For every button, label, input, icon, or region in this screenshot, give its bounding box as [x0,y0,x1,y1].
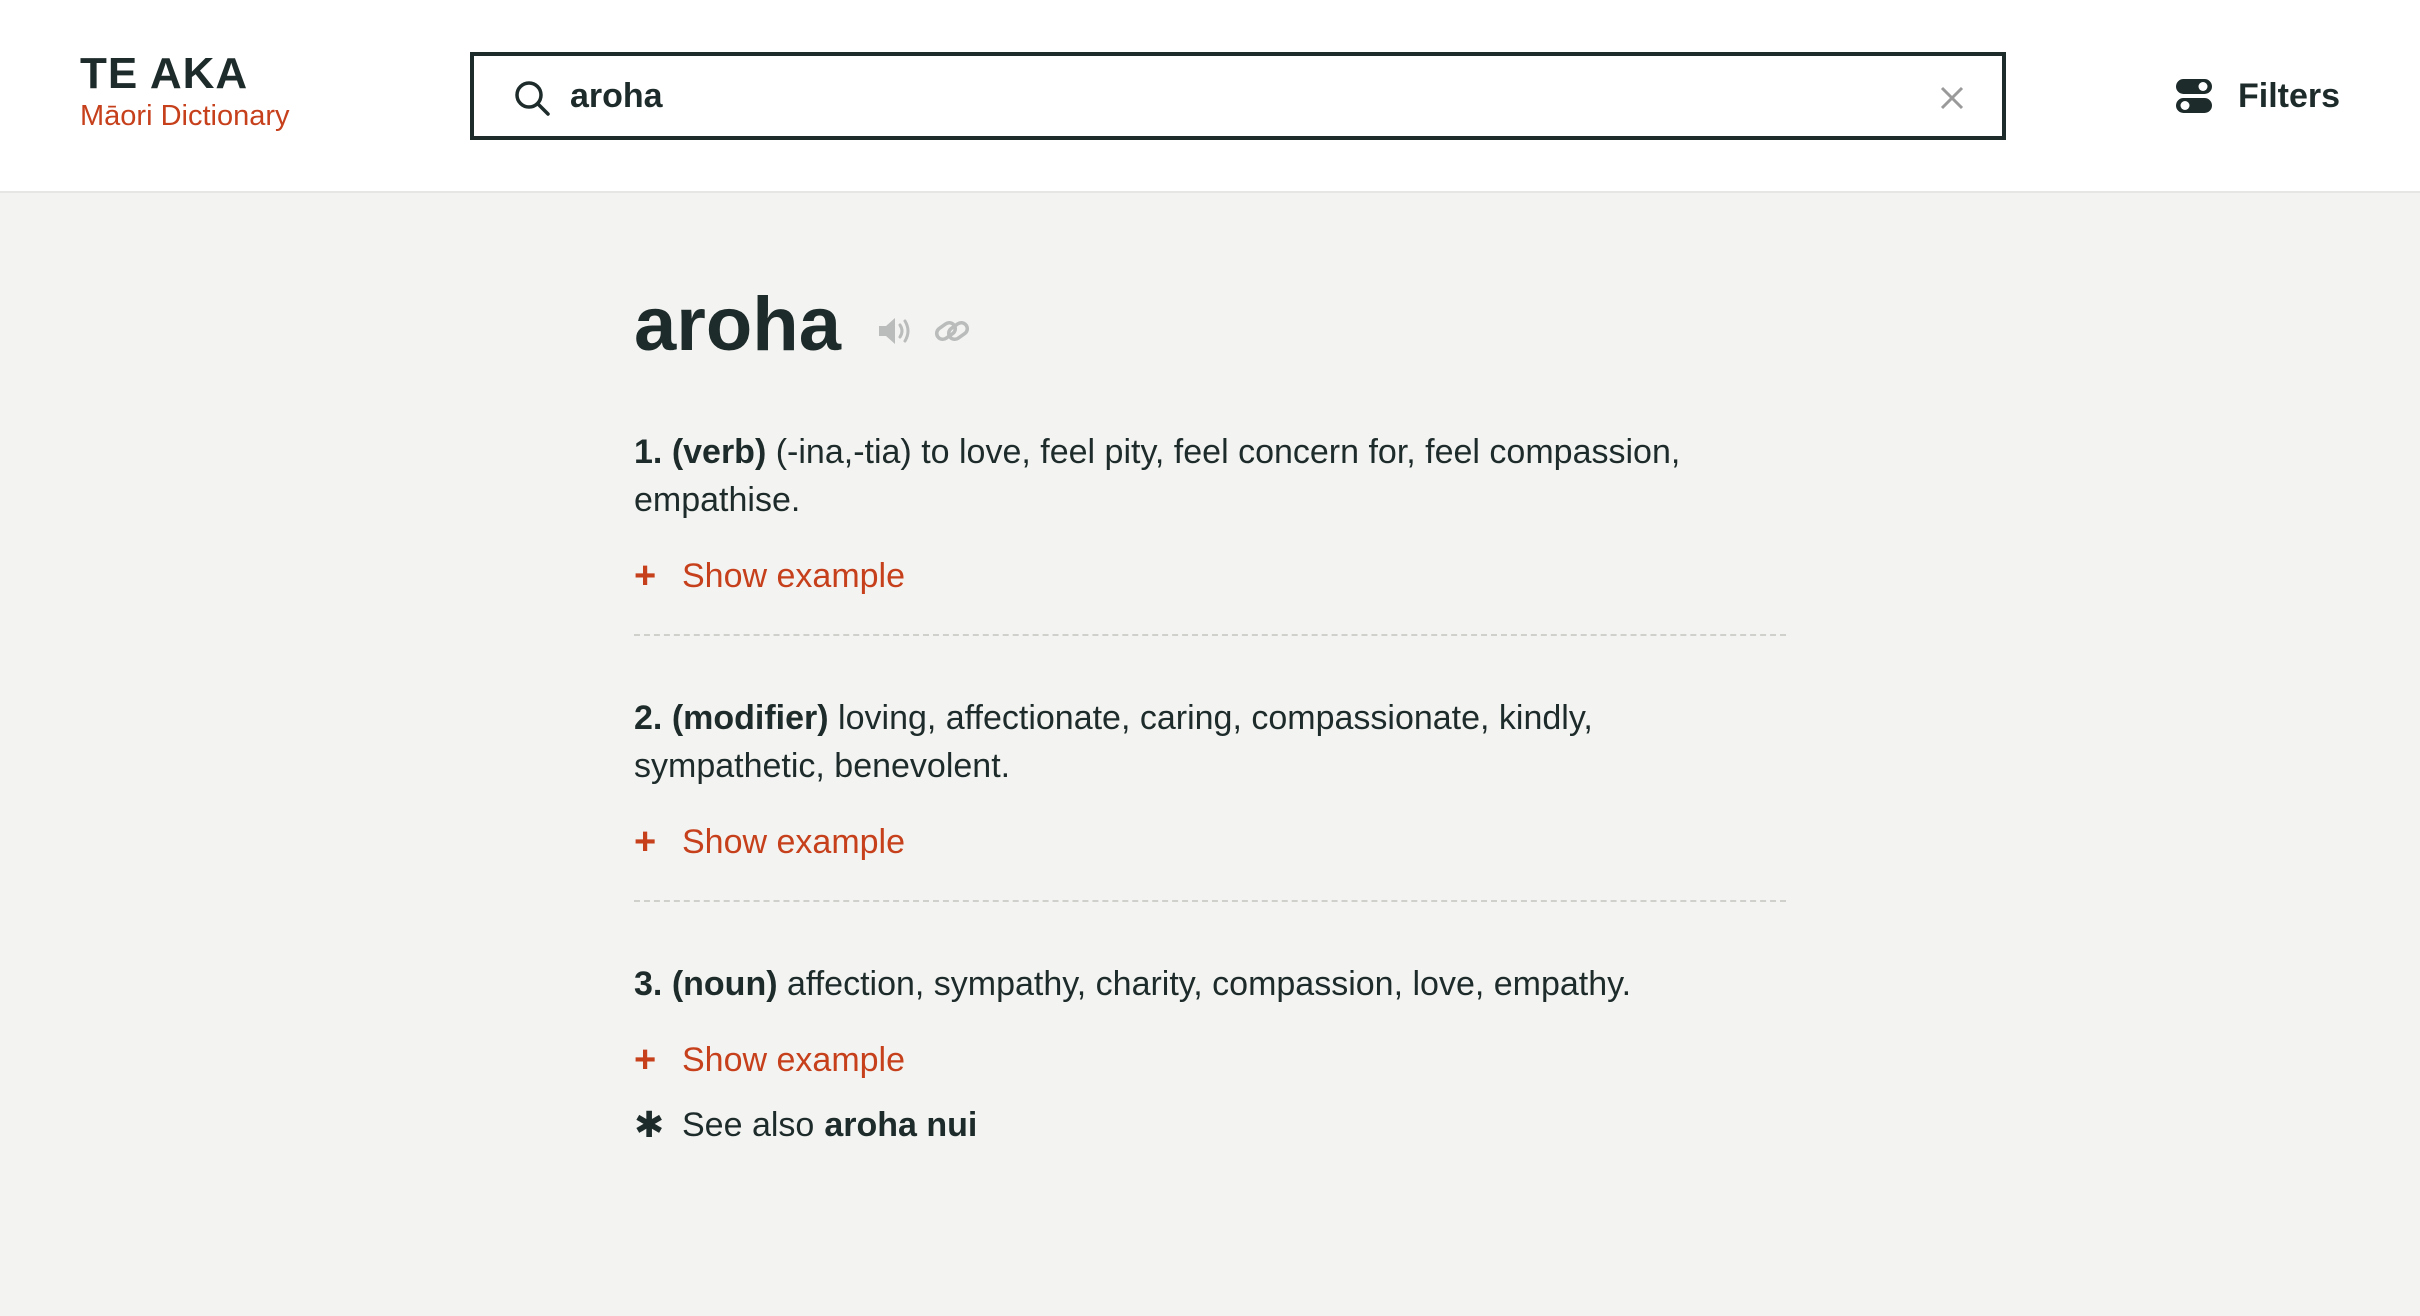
link-icon[interactable] [931,310,973,352]
filters-label: Filters [2238,76,2341,115]
headword-row: aroha [634,280,1786,370]
sense-definition: 2. (modifier) loving, affectionate, cari… [634,694,1786,790]
definition-text: affection, sympathy, charity, compassion… [786,965,1632,1003]
part-of-speech: (noun) [671,965,778,1003]
sense-number: 3. [634,965,663,1003]
see-also-link[interactable]: aroha nui [824,1106,977,1145]
plus-icon: + [634,555,657,597]
filters-button[interactable]: Filters [2174,68,2340,124]
sense-definition: 3. (noun) affection, sympathy, charity, … [634,960,1786,1008]
sense-number: 1. [634,433,663,471]
search-box[interactable] [470,52,2006,140]
speaker-icon[interactable] [873,310,915,352]
close-icon[interactable] [1934,80,1970,116]
asterisk-icon: ✱ [634,1104,665,1145]
part-of-speech: (modifier) [671,699,829,737]
sense-3: 3. (noun) affection, sympathy, charity, … [634,960,1786,1184]
plus-icon: + [634,821,657,863]
sense-number: 2. [634,699,663,737]
logo-title: TE AKA [80,49,249,98]
headword: aroha [634,282,841,367]
search-input[interactable] [570,66,1870,126]
entry: aroha 1. (verb) (-ina,-tia) to love, fee… [634,280,1786,1184]
toggle-icon [2176,79,2212,113]
show-example-button[interactable]: + Show example [634,556,1786,596]
part-of-speech: (verb) [671,433,767,471]
show-example-button[interactable]: + Show example [634,822,1786,862]
plus-icon: + [634,1039,657,1081]
sense-definition: 1. (verb) (-ina,-tia) to love, feel pity… [634,428,1786,524]
header: TE AKA Māori Dictionary Filters [0,0,2420,193]
sense-1: 1. (verb) (-ina,-tia) to love, feel pity… [634,428,1786,636]
show-example-label: Show example [682,1040,906,1079]
search-icon [515,81,550,116]
sense-2: 2. (modifier) loving, affectionate, cari… [634,694,1786,902]
show-example-button[interactable]: + Show example [634,1040,1786,1080]
show-example-label: Show example [682,822,906,861]
see-also: ✱ See also aroha nui [634,1104,1786,1146]
show-example-label: Show example [682,556,906,595]
see-also-label: See also [682,1105,815,1144]
logo[interactable]: TE AKA Māori Dictionary [80,50,290,134]
logo-subtitle: Māori Dictionary [80,100,290,132]
definition-text: (-ina,-tia) to love, feel pity, feel con… [634,433,1681,519]
